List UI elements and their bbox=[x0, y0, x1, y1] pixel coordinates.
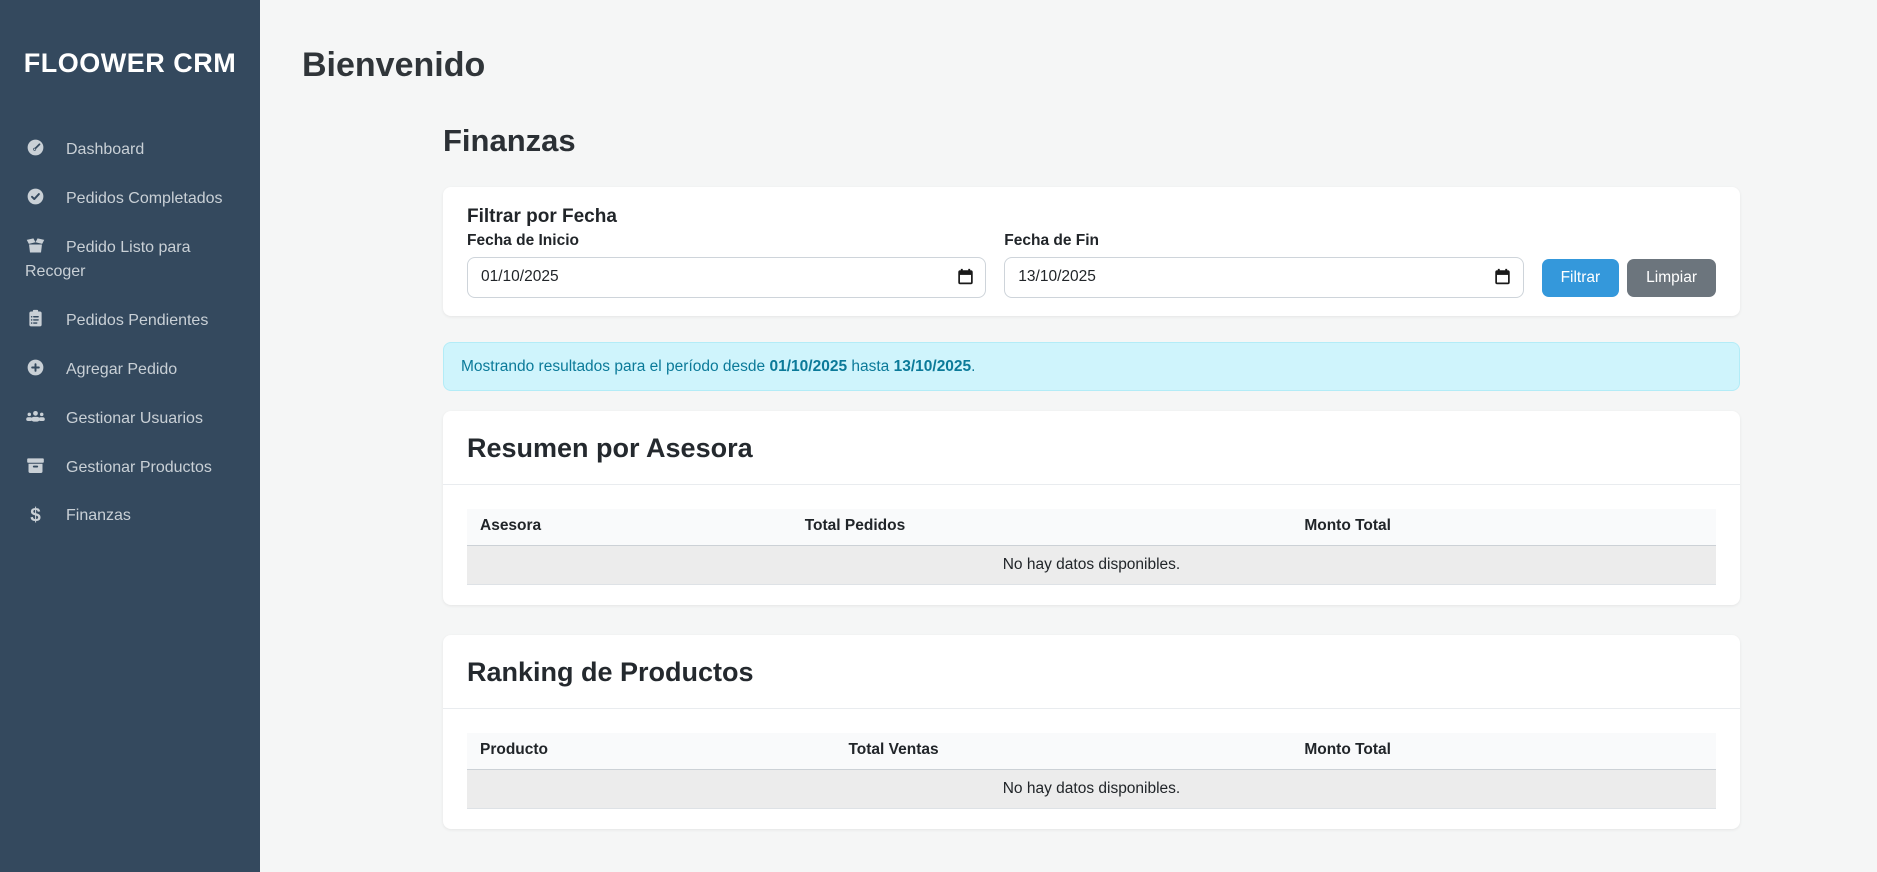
end-date-field: Fecha de Fin bbox=[1004, 231, 1523, 298]
page-title: Bienvenido bbox=[302, 44, 1877, 87]
sidebar-item-gestionar-usuarios[interactable]: Gestionar Usuarios bbox=[0, 394, 260, 443]
start-date-input[interactable] bbox=[467, 257, 986, 298]
sidebar-item-label: Pedido Listo para Recoger bbox=[25, 239, 191, 280]
calendar-icon[interactable] bbox=[1494, 268, 1512, 286]
empty-state-message: No hay datos disponibles. bbox=[467, 545, 1716, 584]
table-header-row: Producto Total Ventas Monto Total bbox=[467, 733, 1716, 770]
sidebar-item-label: Finanzas bbox=[66, 507, 131, 524]
column-header-total-ventas: Total Ventas bbox=[835, 733, 1291, 770]
brand-title: FLOOWER CRM bbox=[0, 0, 260, 79]
alert-end-date: 13/10/2025 bbox=[894, 358, 972, 375]
empty-state-message: No hay datos disponibles. bbox=[467, 769, 1716, 808]
summary-card-title: Resumen por Asesora bbox=[467, 433, 1716, 464]
column-header-total-pedidos: Total Pedidos bbox=[792, 509, 1292, 546]
section-title: Finanzas bbox=[443, 123, 1740, 159]
sidebar: FLOOWER CRM Dashboard Pedidos Completado… bbox=[0, 0, 260, 872]
main-content: Bienvenido Finanzas Filtrar por Fecha Fe… bbox=[260, 0, 1877, 872]
gauge-icon bbox=[25, 137, 46, 158]
alert-text: . bbox=[971, 358, 975, 375]
summary-card-header: Resumen por Asesora bbox=[443, 411, 1740, 485]
table-row: No hay datos disponibles. bbox=[467, 545, 1716, 584]
clear-button[interactable]: Limpiar bbox=[1627, 259, 1716, 297]
end-date-input[interactable] bbox=[1004, 257, 1523, 298]
sidebar-item-label: Pedidos Completados bbox=[66, 190, 223, 207]
clipboard-list-icon bbox=[25, 308, 46, 329]
table-row: No hay datos disponibles. bbox=[467, 769, 1716, 808]
table-header-row: Asesora Total Pedidos Monto Total bbox=[467, 509, 1716, 546]
column-header-monto-total: Monto Total bbox=[1291, 733, 1716, 770]
summary-card: Resumen por Asesora Asesora Total Pedido… bbox=[443, 411, 1740, 605]
sidebar-item-label: Agregar Pedido bbox=[66, 361, 177, 378]
filter-title: Filtrar por Fecha bbox=[467, 205, 1716, 229]
check-circle-icon bbox=[25, 186, 46, 207]
ranking-card: Ranking de Productos Producto Total Vent… bbox=[443, 635, 1740, 829]
sidebar-item-agregar-pedido[interactable]: Agregar Pedido bbox=[0, 345, 260, 394]
ranking-card-header: Ranking de Productos bbox=[443, 635, 1740, 709]
date-filter-card: Filtrar por Fecha Fecha de Inicio Fecha … bbox=[443, 187, 1740, 316]
finanzas-section: Finanzas Filtrar por Fecha Fecha de Inic… bbox=[443, 123, 1740, 829]
box-open-icon bbox=[25, 235, 46, 256]
box-archive-icon bbox=[25, 455, 46, 476]
start-date-label: Fecha de Inicio bbox=[467, 231, 986, 251]
sidebar-item-pedido-listo-para-recoger[interactable]: Pedido Listo para Recoger bbox=[0, 223, 260, 296]
sidebar-item-finanzas[interactable]: $ Finanzas bbox=[0, 492, 260, 540]
users-icon bbox=[25, 406, 46, 427]
column-header-monto-total: Monto Total bbox=[1291, 509, 1716, 546]
column-header-producto: Producto bbox=[467, 733, 835, 770]
start-date-field: Fecha de Inicio bbox=[467, 231, 986, 298]
sidebar-item-label: Gestionar Productos bbox=[66, 459, 212, 476]
filter-button[interactable]: Filtrar bbox=[1542, 259, 1620, 297]
date-range-alert: Mostrando resultados para el período des… bbox=[443, 342, 1740, 391]
sidebar-item-label: Gestionar Usuarios bbox=[66, 410, 203, 427]
ranking-card-title: Ranking de Productos bbox=[467, 657, 1716, 688]
sidebar-item-gestionar-productos[interactable]: Gestionar Productos bbox=[0, 443, 260, 492]
sidebar-nav: Dashboard Pedidos Completados Pedido Lis… bbox=[0, 125, 260, 540]
alert-text: hasta bbox=[847, 358, 894, 375]
sidebar-item-label: Pedidos Pendientes bbox=[66, 312, 208, 329]
column-header-asesora: Asesora bbox=[467, 509, 792, 546]
sidebar-item-label: Dashboard bbox=[66, 141, 144, 158]
calendar-icon[interactable] bbox=[956, 268, 974, 286]
sidebar-item-dashboard[interactable]: Dashboard bbox=[0, 125, 260, 174]
dollar-sign-icon: $ bbox=[25, 504, 46, 528]
ranking-table: Producto Total Ventas Monto Total No hay… bbox=[467, 733, 1716, 809]
sidebar-item-pedidos-pendientes[interactable]: Pedidos Pendientes bbox=[0, 296, 260, 345]
plus-circle-icon bbox=[25, 357, 46, 378]
alert-text: Mostrando resultados para el período des… bbox=[461, 358, 769, 375]
sidebar-item-pedidos-completados[interactable]: Pedidos Completados bbox=[0, 174, 260, 223]
end-date-label: Fecha de Fin bbox=[1004, 231, 1523, 251]
summary-table: Asesora Total Pedidos Monto Total No hay… bbox=[467, 509, 1716, 585]
alert-start-date: 01/10/2025 bbox=[769, 358, 847, 375]
